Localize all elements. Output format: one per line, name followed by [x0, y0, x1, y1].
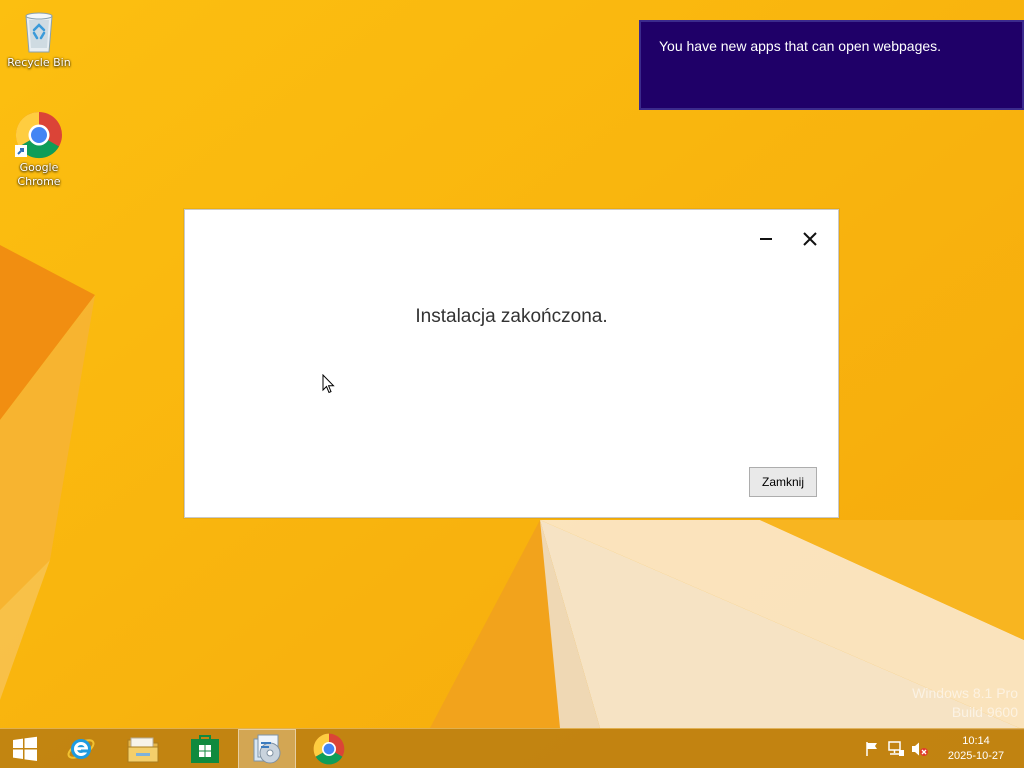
chrome-icon [15, 111, 62, 159]
file-explorer-icon [127, 737, 159, 763]
window-close-button[interactable] [795, 224, 825, 254]
chrome-icon [313, 733, 345, 765]
taskbar-store[interactable] [176, 729, 234, 768]
desktop-icon-recycle-bin[interactable]: Recycle Bin [1, 8, 77, 70]
taskbar: 10:14 2025-10-27 [0, 728, 1024, 768]
close-button[interactable]: Zamknij [749, 467, 817, 497]
notification-toast[interactable]: You have new apps that can open webpages… [639, 20, 1024, 110]
store-icon [191, 735, 219, 763]
minimize-button[interactable] [751, 224, 781, 254]
system-clock[interactable]: 10:14 2025-10-27 [940, 734, 1012, 764]
taskbar-chrome[interactable] [300, 729, 358, 768]
clock-date: 2025-10-27 [947, 750, 1005, 762]
recycle-bin-icon [25, 12, 53, 53]
internet-explorer-icon [67, 739, 95, 759]
dialog-message: Instalacja zakończona. [415, 306, 608, 327]
windows-watermark: Windows 8.1 Pro Build 9600 [912, 684, 1018, 722]
minimize-icon [760, 238, 772, 240]
taskbar-internet-explorer[interactable] [52, 729, 110, 768]
network-icon[interactable] [887, 741, 905, 757]
taskbar-installer[interactable] [238, 729, 296, 768]
close-icon [803, 232, 817, 246]
desktop-icon-google-chrome[interactable]: Google Chrome [1, 111, 77, 189]
toast-message: You have new apps that can open webpages… [659, 38, 942, 54]
volume-muted-icon[interactable] [911, 741, 929, 757]
watermark-edition: Windows 8.1 Pro [912, 685, 1018, 701]
installer-icon [253, 734, 281, 764]
start-button[interactable] [0, 729, 50, 768]
clock-time: 10:14 [962, 735, 990, 747]
installer-dialog: Instalacja zakończona. Zamknij [184, 209, 839, 518]
desktop: Recycle Bin Google Chrome You have new a… [0, 0, 1024, 768]
windows-start-icon [13, 736, 37, 761]
desktop-icon-label: Recycle Bin [7, 56, 71, 69]
action-center-flag-icon[interactable] [863, 741, 881, 757]
desktop-icon-label: Google Chrome [17, 161, 61, 188]
taskbar-file-explorer[interactable] [114, 729, 172, 768]
watermark-build: Build 9600 [951, 704, 1018, 720]
mouse-cursor-icon [322, 374, 335, 394]
